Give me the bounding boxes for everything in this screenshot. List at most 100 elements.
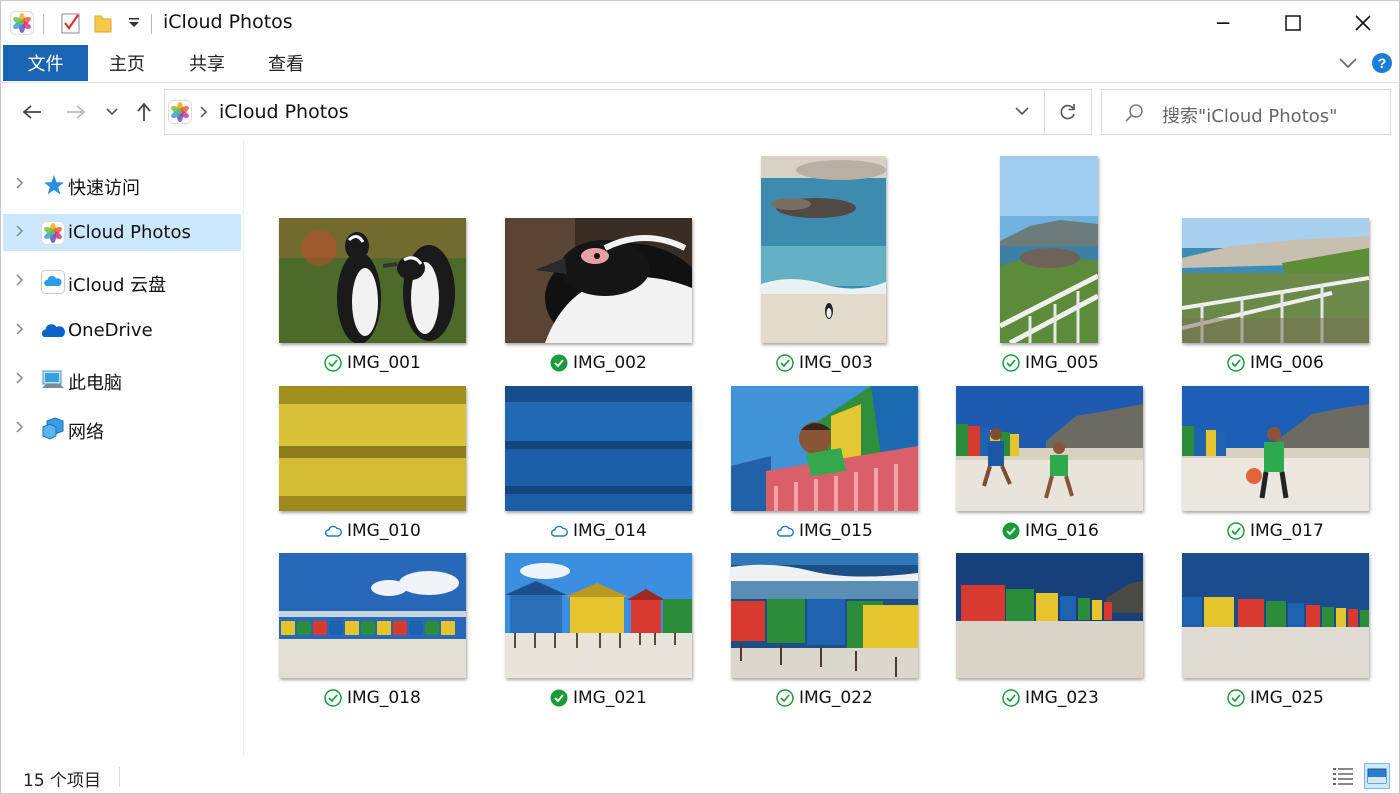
- onedrive-icon: [41, 324, 65, 337]
- file-name-label[interactable]: IMG_001: [324, 352, 421, 374]
- file-name-label[interactable]: IMG_014: [550, 520, 647, 542]
- breadcrumb-current[interactable]: iCloud Photos: [219, 101, 349, 123]
- customize-toolbar-icon[interactable]: [122, 11, 146, 35]
- photos-app-icon[interactable]: [10, 11, 34, 35]
- expand-chevron-icon[interactable]: [15, 176, 27, 192]
- sidebar-item-this-pc[interactable]: 此电脑: [3, 361, 241, 398]
- new-folder-icon[interactable]: [91, 11, 115, 35]
- quick-access-separator: [43, 14, 44, 34]
- thumbnail-boardwalk-portrait[interactable]: [1000, 156, 1098, 343]
- file-name-label[interactable]: IMG_017: [1227, 520, 1324, 542]
- thumbnail-huts-close[interactable]: [505, 553, 692, 678]
- sync-available-icon: [324, 689, 342, 707]
- tab-view[interactable]: 查看: [254, 45, 318, 81]
- up-button[interactable]: [129, 93, 159, 131]
- thumbnail-beach-running[interactable]: [956, 386, 1143, 511]
- expand-chevron-icon[interactable]: [15, 371, 27, 387]
- thumbnail-beach-penguin[interactable]: [761, 156, 886, 343]
- file-name-label[interactable]: IMG_015: [776, 520, 873, 542]
- thumbnail-penguin-closeup[interactable]: [505, 218, 692, 343]
- sidebar-item-onedrive[interactable]: OneDrive: [3, 312, 241, 349]
- sidebar-item-label: 网络: [68, 422, 104, 443]
- refresh-icon: [1060, 104, 1075, 120]
- file-name-label[interactable]: IMG_022: [776, 687, 873, 709]
- thumbnail-huts-perspective[interactable]: [1182, 553, 1369, 678]
- tab-share[interactable]: 共享: [175, 45, 239, 81]
- sync-always-keep-icon: [550, 689, 568, 707]
- thumbnail-huts-row[interactable]: [956, 553, 1143, 678]
- back-button[interactable]: [17, 93, 47, 131]
- cloud-only-icon: [550, 525, 568, 537]
- thumbnail-huts-wide[interactable]: [279, 553, 466, 678]
- thumbnail-huts-angle[interactable]: [731, 553, 918, 678]
- title-separator: [151, 14, 152, 34]
- file-name-label[interactable]: IMG_025: [1227, 687, 1324, 709]
- ribbon-tabs: 文件 主页 共享 查看 ?: [1, 45, 1399, 83]
- file-name-label[interactable]: IMG_018: [324, 687, 421, 709]
- sync-always-keep-icon: [1002, 522, 1020, 540]
- search-icon: [1125, 104, 1143, 122]
- sidebar-item-label: iCloud 云盘: [68, 275, 167, 296]
- recent-locations-button[interactable]: [99, 93, 125, 131]
- expand-chevron-icon[interactable]: [15, 224, 27, 240]
- file-name-label[interactable]: IMG_002: [550, 352, 647, 374]
- explorer-window: iCloud Photos ─ 文件 主页 共享 查看 ? iCloud Pho…: [0, 0, 1400, 794]
- expand-chevron-icon[interactable]: [15, 273, 27, 289]
- file-name-label[interactable]: IMG_021: [550, 687, 647, 709]
- sidebar-item-network[interactable]: 网络: [3, 410, 241, 447]
- sync-always-keep-icon: [550, 354, 568, 372]
- thumbnail-boy-ball[interactable]: [1182, 386, 1369, 511]
- navigation-pane: 快速访问 iCloud Photos iCloud 云盘 OneDrive 此电…: [1, 141, 244, 756]
- sync-available-icon: [324, 354, 342, 372]
- minimize-button[interactable]: ─: [1188, 1, 1258, 45]
- sync-available-icon: [1002, 354, 1020, 372]
- network-icon: [42, 417, 64, 440]
- title-bar: iCloud Photos ─: [1, 1, 1399, 45]
- item-count: 15 个项目: [23, 771, 102, 791]
- close-icon: [1355, 15, 1371, 31]
- file-name-label[interactable]: IMG_003: [776, 352, 873, 374]
- sync-available-icon: [776, 354, 794, 372]
- arrow-left-icon: [22, 105, 41, 119]
- thumbnail-boardwalk-coast[interactable]: [1182, 218, 1369, 343]
- breadcrumb-chevron-icon[interactable]: [200, 106, 208, 118]
- sidebar-item-icloud-drive[interactable]: iCloud 云盘: [3, 263, 241, 300]
- status-separator: [119, 767, 120, 787]
- tab-file[interactable]: 文件: [3, 45, 88, 81]
- large-icons-view-icon[interactable]: [1364, 763, 1390, 789]
- cloud-only-icon: [776, 525, 794, 537]
- properties-checkbox-icon[interactable]: [59, 11, 83, 35]
- file-name-label[interactable]: IMG_005: [1002, 352, 1099, 374]
- sidebar-item-quick-access[interactable]: 快速访问: [3, 166, 241, 203]
- file-name-label[interactable]: IMG_010: [324, 520, 421, 542]
- refresh-button[interactable]: [1044, 89, 1092, 135]
- file-name-label[interactable]: IMG_023: [1002, 687, 1099, 709]
- close-button[interactable]: [1328, 1, 1398, 45]
- file-view: IMG_001 IMG_002 IMG_003 IMG_005 IMG_006 …: [245, 141, 1399, 756]
- forward-button[interactable]: [61, 93, 91, 131]
- thumbnail-blue-wall[interactable]: [505, 386, 692, 511]
- arrow-right-icon: [67, 105, 86, 119]
- search-box[interactable]: 搜索"iCloud Photos": [1101, 89, 1391, 135]
- sidebar-item-label: iCloud Photos: [68, 222, 191, 243]
- sync-available-icon: [1227, 689, 1245, 707]
- help-icon[interactable]: ?: [1371, 52, 1393, 74]
- maximize-icon: [1285, 15, 1301, 31]
- tab-home[interactable]: 主页: [95, 45, 159, 81]
- address-history-chevron-icon[interactable]: [1014, 106, 1030, 118]
- thumbnail-yellow-wall[interactable]: [279, 386, 466, 511]
- sync-available-icon: [776, 689, 794, 707]
- file-name-label[interactable]: IMG_006: [1227, 352, 1324, 374]
- expand-chevron-icon[interactable]: [15, 322, 27, 338]
- sidebar-item-icloud-photos[interactable]: iCloud Photos: [3, 214, 241, 251]
- thumbnail-boy-huts[interactable]: [731, 386, 918, 511]
- sync-available-icon: [1227, 522, 1245, 540]
- thumbnail-penguins[interactable]: [279, 218, 466, 343]
- address-bar[interactable]: iCloud Photos: [164, 89, 1045, 135]
- maximize-button[interactable]: [1258, 1, 1328, 45]
- file-name-label[interactable]: IMG_016: [1002, 520, 1099, 542]
- details-view-icon[interactable]: [1330, 763, 1356, 789]
- expand-chevron-icon[interactable]: [15, 420, 27, 436]
- expand-ribbon-icon[interactable]: [1338, 56, 1358, 70]
- search-input[interactable]: 搜索"iCloud Photos": [1162, 102, 1337, 128]
